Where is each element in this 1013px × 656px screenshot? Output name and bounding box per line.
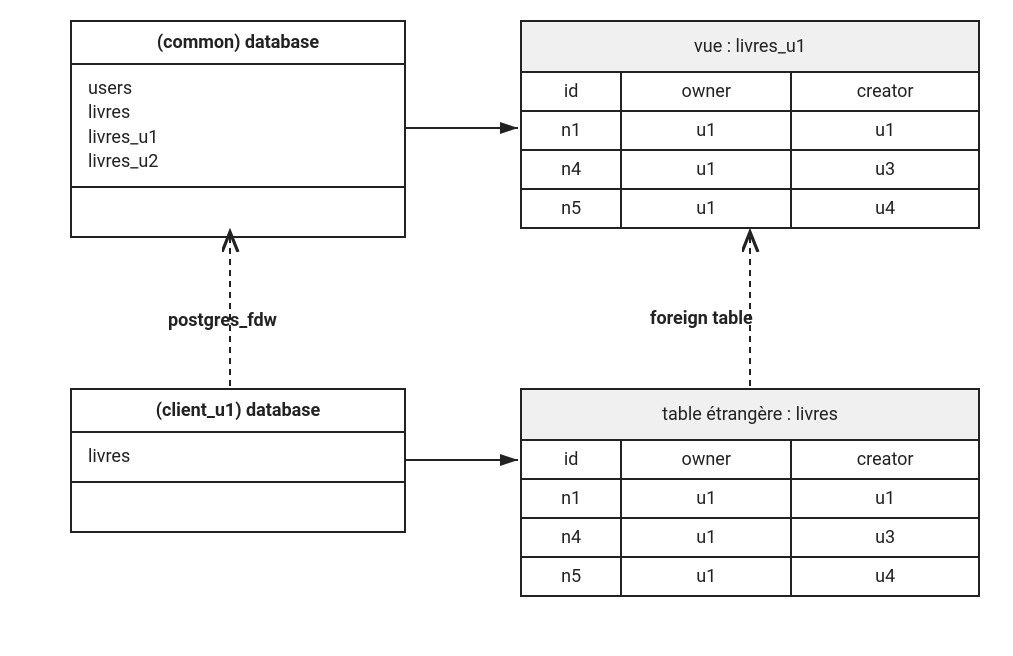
foreign-cell: n1 [521, 479, 621, 518]
db-item: livres [88, 101, 388, 125]
postgres-fdw-label: postgres_fdw [168, 310, 277, 331]
view-cell: u1 [791, 111, 979, 150]
view-cell: u1 [621, 150, 791, 189]
view-cell: n1 [521, 111, 621, 150]
view-table: vue : livres_u1 id owner creator n1 u1 u… [520, 20, 980, 229]
foreign-col-header: creator [791, 440, 979, 479]
foreign-table: table étrangère : livres id owner creato… [520, 388, 980, 597]
foreign-cell: n4 [521, 518, 621, 557]
foreign-cell: u1 [791, 479, 979, 518]
client-database-title: (client_u1) database [72, 390, 404, 433]
view-cell: n5 [521, 189, 621, 228]
common-database-footer [72, 188, 404, 236]
db-item: users [88, 77, 388, 101]
foreign-cell: u1 [621, 479, 791, 518]
db-item: livres [88, 445, 388, 469]
client-database-body: livres [72, 433, 404, 483]
foreign-col-header: owner [621, 440, 791, 479]
view-cell: u3 [791, 150, 979, 189]
view-col-header: id [521, 72, 621, 111]
foreign-cell: u1 [621, 518, 791, 557]
foreign-cell: n5 [521, 557, 621, 596]
foreign-col-header: id [521, 440, 621, 479]
view-cell: u4 [791, 189, 979, 228]
client-database-footer [72, 483, 404, 531]
view-table-title: vue : livres_u1 [521, 21, 979, 72]
foreign-cell: u4 [791, 557, 979, 596]
view-cell: u1 [621, 189, 791, 228]
common-database-box: (common) database users livres livres_u1… [70, 20, 406, 238]
common-database-title: (common) database [72, 22, 404, 65]
view-col-header: owner [621, 72, 791, 111]
view-cell: n4 [521, 150, 621, 189]
db-item: livres_u1 [88, 126, 388, 150]
db-item: livres_u2 [88, 150, 388, 174]
foreign-table-title: table étrangère : livres [521, 389, 979, 440]
view-col-header: creator [791, 72, 979, 111]
foreign-table-label: foreign table [650, 308, 753, 329]
view-cell: u1 [621, 111, 791, 150]
foreign-cell: u3 [791, 518, 979, 557]
foreign-cell: u1 [621, 557, 791, 596]
client-database-box: (client_u1) database livres [70, 388, 406, 533]
common-database-body: users livres livres_u1 livres_u2 [72, 65, 404, 188]
